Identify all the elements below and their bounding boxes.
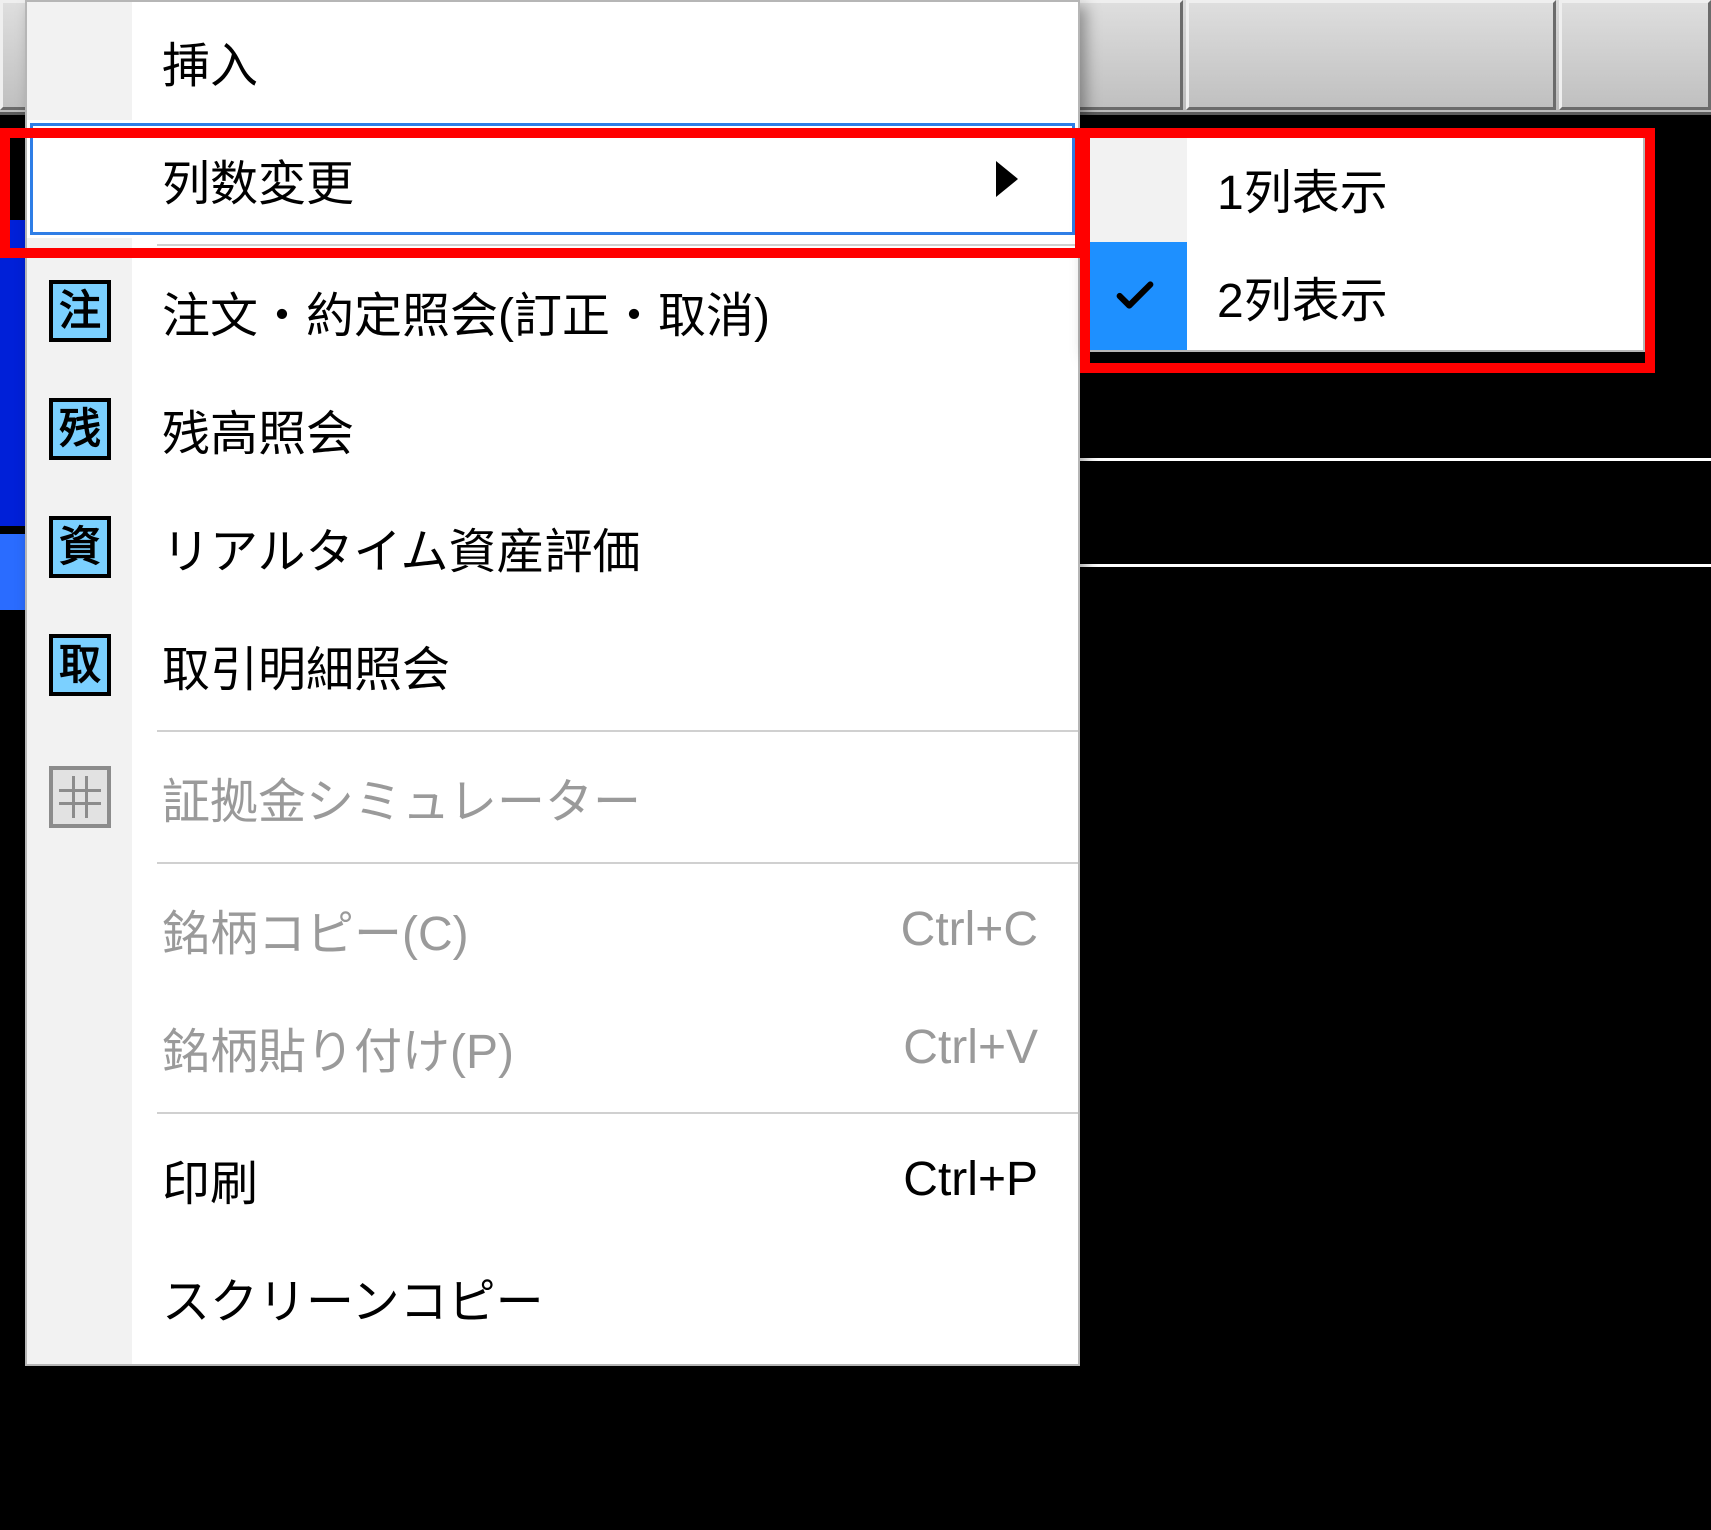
simulator-icon <box>49 766 111 828</box>
menu-item-paste-symbol[interactable]: 銘柄貼り付け(P) Ctrl+V <box>27 988 1078 1106</box>
menu-separator <box>157 730 1078 732</box>
menu-item-change-columns[interactable]: 列数変更 <box>27 120 1078 238</box>
submenu-arrow-icon <box>996 161 1018 197</box>
menu-item-label: 挿入 <box>162 26 1038 96</box>
menu-item-screen-copy[interactable]: スクリーンコピー <box>27 1238 1078 1356</box>
menu-item-shortcut: Ctrl+V <box>903 1020 1038 1075</box>
menu-item-label: 銘柄コピー(C) <box>162 894 861 964</box>
menu-item-label: 残高照会 <box>162 394 1038 464</box>
menu-item-label: 取引明細照会 <box>162 630 1038 700</box>
menu-item-copy-symbol[interactable]: 銘柄コピー(C) Ctrl+C <box>27 870 1078 988</box>
menu-item-transaction-detail[interactable]: 取 取引明細照会 <box>27 606 1078 724</box>
menu-separator <box>157 244 1078 246</box>
background-gridline <box>1080 458 1711 461</box>
menu-item-shortcut: Ctrl+C <box>901 902 1038 957</box>
menu-item-realtime-asset[interactable]: 資 リアルタイム資産評価 <box>27 488 1078 606</box>
menu-item-label: 1列表示 <box>1217 153 1603 223</box>
menu-item-balance[interactable]: 残 残高照会 <box>27 370 1078 488</box>
submenu-item-2col[interactable]: 2列表示 <box>1082 242 1643 350</box>
background-stripe <box>0 534 28 614</box>
transaction-icon: 取 <box>49 634 111 696</box>
background-toolbar-button <box>1559 0 1711 110</box>
menu-item-print[interactable]: 印刷 Ctrl+P <box>27 1120 1078 1238</box>
menu-item-label: 2列表示 <box>1217 261 1603 331</box>
menu-separator <box>157 862 1078 864</box>
background-toolbar-button <box>1186 0 1556 110</box>
menu-item-label: 列数変更 <box>162 144 996 214</box>
order-icon: 注 <box>49 280 111 342</box>
submenu-column-display: 1列表示 2列表示 <box>1080 132 1645 352</box>
menu-item-shortcut: Ctrl+P <box>903 1152 1038 1207</box>
menu-item-order-inquiry[interactable]: 注 注文・約定照会(訂正・取消) <box>27 252 1078 370</box>
balance-icon: 残 <box>49 398 111 460</box>
menu-item-label: 印刷 <box>162 1144 863 1214</box>
context-menu: 挿入 列数変更 注 注文・約定照会(訂正・取消) 残 残高照会 資 リアルタイム… <box>25 0 1080 1366</box>
menu-item-insert[interactable]: 挿入 <box>27 2 1078 120</box>
menu-item-label: 注文・約定照会(訂正・取消) <box>162 276 1038 346</box>
menu-item-label: スクリーンコピー <box>162 1262 1038 1332</box>
menu-item-label: 銘柄貼り付け(P) <box>162 1012 863 1082</box>
menu-separator <box>157 1112 1078 1114</box>
submenu-item-1col[interactable]: 1列表示 <box>1082 134 1643 242</box>
menu-item-label: リアルタイム資産評価 <box>162 512 1038 582</box>
menu-item-margin-simulator[interactable]: 証拠金シミュレーター <box>27 738 1078 856</box>
check-icon <box>1082 242 1187 350</box>
background-gridline <box>1080 564 1711 567</box>
background-stripe <box>0 220 28 530</box>
asset-icon: 資 <box>49 516 111 578</box>
menu-item-label: 証拠金シミュレーター <box>162 762 1038 832</box>
